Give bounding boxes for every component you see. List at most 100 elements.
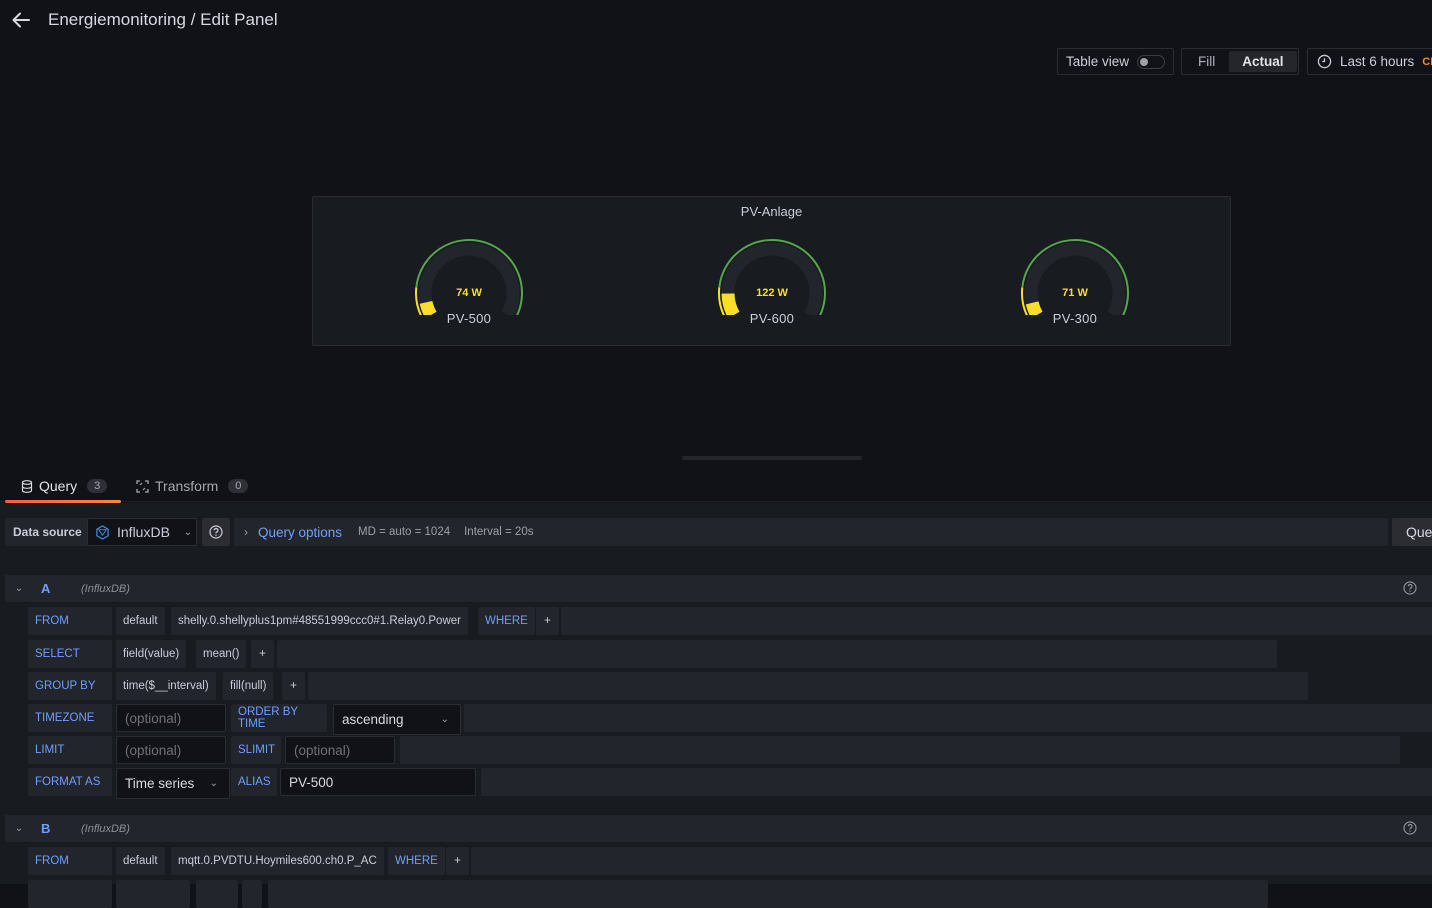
help-icon[interactable] bbox=[1403, 821, 1417, 835]
interval-info: Interval = 20s bbox=[464, 526, 534, 538]
top-bar: Energiemonitoring / Edit Panel bbox=[0, 0, 1432, 42]
gauge-pv-300: 71 W PV-300 bbox=[1015, 235, 1135, 335]
tab-query-label: Query bbox=[39, 478, 78, 494]
chevron-right-icon: › bbox=[244, 525, 248, 539]
timezone-input[interactable]: (optional) bbox=[116, 704, 226, 732]
chevron-down-icon: ⌄ bbox=[183, 526, 192, 538]
query-inspector-label: Que bbox=[1406, 524, 1432, 540]
field-select[interactable]: field(value) bbox=[116, 640, 187, 668]
editor-tabs: Query 3 Transform 0 bbox=[0, 470, 1432, 503]
datasource-select[interactable]: InfluxDB ⌄ bbox=[87, 518, 197, 546]
table-view-label: Table view bbox=[1066, 54, 1130, 69]
retention-policy[interactable]: default bbox=[116, 607, 165, 635]
format-as-select[interactable]: Time series ⌄ bbox=[116, 768, 230, 799]
query-options-toggle[interactable]: › Query options MD = auto = 1024 Interva… bbox=[234, 518, 1388, 546]
gauge-track bbox=[721, 242, 823, 315]
from-label: FROM bbox=[28, 607, 112, 635]
query-count-badge: 3 bbox=[87, 479, 108, 493]
gauge-arc bbox=[1021, 239, 1129, 315]
add-group-by-button[interactable]: + bbox=[282, 672, 305, 700]
group-by-label: GROUP BY bbox=[28, 672, 112, 700]
row-filler bbox=[268, 880, 1268, 908]
row-filler bbox=[561, 607, 1432, 635]
gauge-value: 122 W bbox=[756, 287, 788, 299]
table-view-switch[interactable] bbox=[1137, 55, 1165, 69]
gauge-arc bbox=[718, 239, 826, 315]
format-as-label: FORMAT AS bbox=[28, 768, 112, 796]
query-inspector-button[interactable]: Que bbox=[1392, 518, 1432, 546]
gauge-label: PV-500 bbox=[446, 311, 492, 326]
limit-label: LIMIT bbox=[28, 736, 112, 764]
aggregation-select[interactable] bbox=[196, 880, 238, 908]
fill-button[interactable]: Fill bbox=[1184, 51, 1229, 72]
alias-label: ALIAS bbox=[231, 768, 277, 796]
gauge-pv-500: 74 W PV-500 bbox=[409, 235, 529, 335]
row-filler bbox=[400, 736, 1400, 764]
measurement-select[interactable]: mqtt.0.PVDTU.Hoymiles600.ch0.P_AC bbox=[171, 847, 384, 875]
group-by-fill[interactable]: fill(null) bbox=[223, 672, 274, 700]
row-filler bbox=[308, 672, 1308, 700]
chevron-down-icon: ⌄ bbox=[209, 778, 218, 789]
gauge-arc bbox=[415, 239, 523, 315]
back-button[interactable] bbox=[10, 8, 32, 32]
aggregation-select[interactable]: mean() bbox=[196, 640, 247, 668]
limit-input[interactable]: (optional) bbox=[116, 736, 226, 764]
timezone-label: TIMEZONE bbox=[28, 704, 112, 732]
select-label: SELECT bbox=[28, 640, 112, 668]
alias-input[interactable]: PV-500 bbox=[280, 768, 476, 796]
from-label: FROM bbox=[28, 847, 112, 875]
transform-icon bbox=[136, 479, 149, 493]
order-by-time-value: ascending bbox=[342, 712, 404, 727]
datasource-row: Data source InfluxDB ⌄ bbox=[5, 518, 230, 546]
clock-icon bbox=[1317, 54, 1332, 69]
add-select-button[interactable]: + bbox=[251, 640, 274, 668]
tab-transform-label: Transform bbox=[155, 478, 219, 494]
actual-button[interactable]: Actual bbox=[1229, 51, 1297, 72]
add-where-button[interactable]: + bbox=[446, 847, 469, 875]
field-select[interactable] bbox=[116, 880, 190, 908]
query-datasource-name: (InfluxDB) bbox=[81, 582, 130, 595]
query-ref-id[interactable]: B bbox=[33, 821, 81, 836]
order-by-time-select[interactable]: ascending ⌄ bbox=[333, 704, 461, 735]
timezone-badge: CE bbox=[1422, 55, 1432, 68]
format-as-value: Time series bbox=[125, 776, 195, 791]
measurement-select[interactable]: shelly.0.shellyplus1pm#48551999ccc0#1.Re… bbox=[171, 607, 468, 635]
datasource-value: InfluxDB bbox=[117, 524, 170, 540]
retention-policy[interactable]: default bbox=[116, 847, 165, 875]
where-label: WHERE bbox=[388, 847, 445, 875]
query-a-header[interactable]: ⌄ A (InfluxDB) bbox=[5, 575, 1432, 602]
tab-query[interactable]: Query 3 bbox=[5, 470, 121, 503]
datasource-help-button[interactable] bbox=[202, 518, 230, 546]
tab-transform[interactable]: Transform 0 bbox=[136, 470, 249, 502]
gauge-value: 74 W bbox=[456, 287, 482, 299]
gauge-label: PV-300 bbox=[1052, 311, 1098, 326]
pane-resize-handle[interactable] bbox=[682, 456, 862, 460]
query-b-header[interactable]: ⌄ B (InfluxDB) bbox=[5, 815, 1432, 842]
datasource-label: Data source bbox=[5, 518, 90, 546]
add-where-button[interactable]: + bbox=[536, 607, 559, 635]
gauge-value: 71 W bbox=[1062, 287, 1088, 299]
arrow-left-icon bbox=[12, 12, 30, 28]
query-ref-id[interactable]: A bbox=[33, 581, 81, 596]
where-label: WHERE bbox=[478, 607, 535, 635]
group-by-time[interactable]: time($__interval) bbox=[116, 672, 216, 700]
database-icon bbox=[21, 479, 33, 493]
collapse-chevron-icon[interactable]: ⌄ bbox=[5, 583, 33, 594]
collapse-chevron-icon[interactable]: ⌄ bbox=[5, 823, 33, 834]
help-icon[interactable] bbox=[1403, 581, 1417, 595]
query-options-label: Query options bbox=[258, 524, 343, 540]
row-filler bbox=[481, 768, 1432, 796]
time-range-picker[interactable]: Last 6 hours CE bbox=[1307, 48, 1432, 75]
query-datasource-name: (InfluxDB) bbox=[81, 822, 130, 835]
slimit-input[interactable]: (optional) bbox=[285, 736, 395, 764]
add-select-button[interactable] bbox=[242, 880, 262, 908]
chevron-down-icon: ⌄ bbox=[440, 714, 449, 725]
gauge-pv-600: 122 W PV-600 bbox=[712, 235, 832, 335]
page-title: Energiemonitoring / Edit Panel bbox=[48, 10, 278, 29]
row-filler bbox=[464, 704, 1432, 732]
table-view-toggle[interactable]: Table view bbox=[1057, 48, 1174, 75]
row-filler bbox=[471, 847, 1432, 875]
gauge-track bbox=[418, 242, 520, 315]
gauge-track bbox=[1024, 242, 1126, 315]
select-label bbox=[28, 880, 112, 908]
